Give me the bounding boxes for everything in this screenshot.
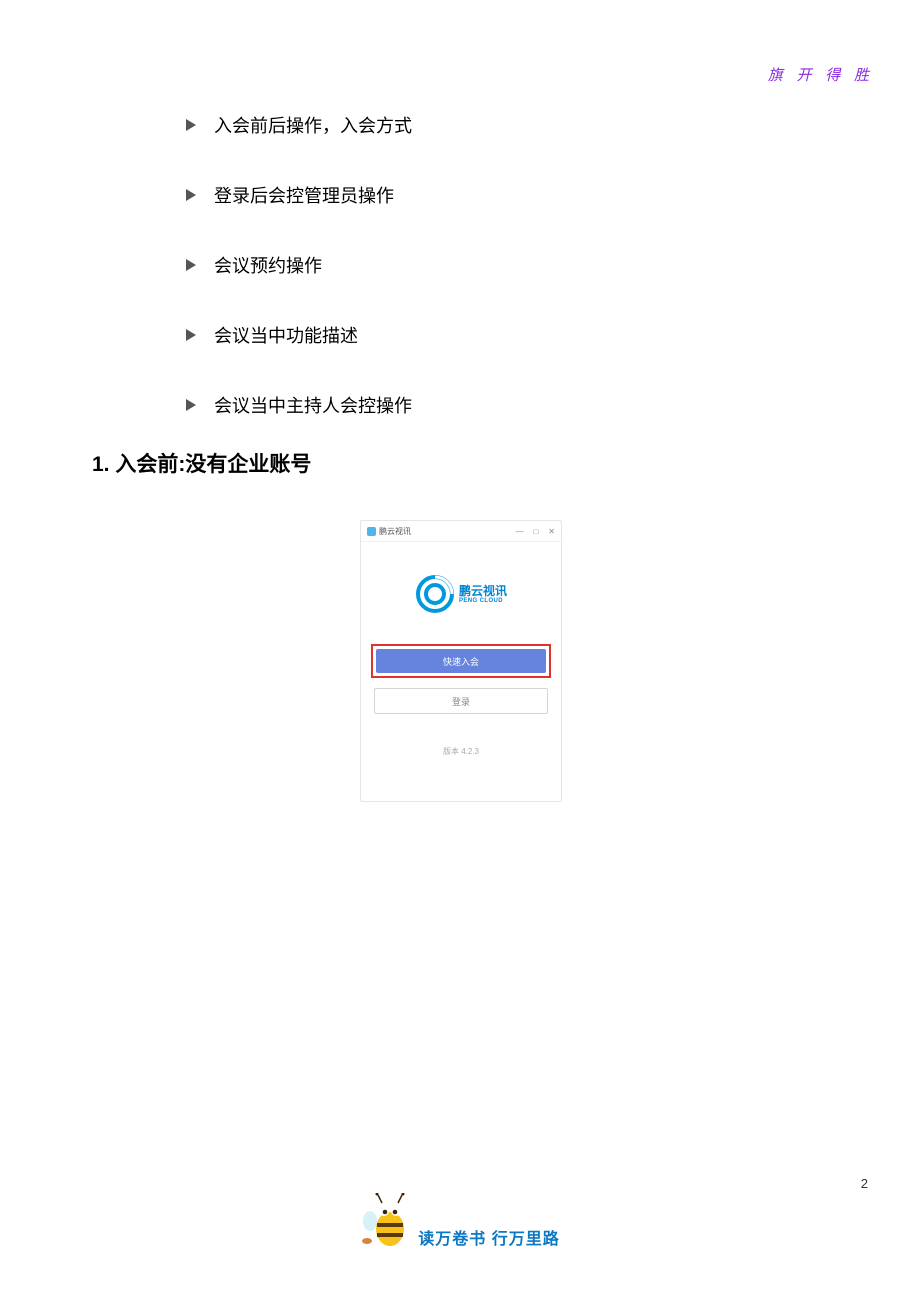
minimize-icon[interactable]: —: [515, 527, 523, 536]
window-controls: — □ ✕: [515, 527, 555, 536]
bullet-list: 入会前后操作，入会方式 登录后会控管理员操作 会议预约操作 会议当中功能描述 会…: [186, 112, 412, 462]
app-window: 鹏云视讯 — □ ✕ 鹏云视讯 PENG CLOUD 快速入会 登录 版本 4.…: [360, 520, 562, 802]
app-title: 鹏云视讯: [379, 526, 411, 537]
logo-area: 鹏云视讯 PENG CLOUD: [361, 542, 561, 646]
bullet-text: 会议预约操作: [214, 252, 322, 278]
bullet-text: 会议当中功能描述: [214, 322, 358, 348]
titlebar: 鹏云视讯 — □ ✕: [361, 521, 561, 542]
close-icon[interactable]: ✕: [548, 527, 555, 536]
list-item: 会议预约操作: [186, 252, 412, 278]
list-item: 会议当中主持人会控操作: [186, 392, 412, 418]
bullet-icon: [186, 399, 196, 411]
page-number: 2: [861, 1176, 868, 1191]
bullet-icon: [186, 329, 196, 341]
corner-motto: 旗 开 得 胜: [768, 64, 874, 85]
bullet-icon: [186, 259, 196, 271]
highlight-annotation: 快速入会: [371, 644, 551, 678]
quick-join-button[interactable]: 快速入会: [376, 649, 546, 673]
app-icon: [367, 527, 376, 536]
bee-icon: [360, 1193, 414, 1251]
bullet-text: 会议当中主持人会控操作: [214, 392, 412, 418]
list-item: 会议当中功能描述: [186, 322, 412, 348]
version-text: 版本 4.2.3: [361, 746, 561, 757]
login-button[interactable]: 登录: [374, 688, 548, 714]
list-item: 登录后会控管理员操作: [186, 182, 412, 208]
logo-text-en: PENG CLOUD: [459, 598, 507, 604]
list-item: 入会前后操作，入会方式: [186, 112, 412, 138]
bullet-text: 入会前后操作，入会方式: [214, 112, 412, 138]
section-heading: 1. 入会前:没有企业账号: [92, 448, 311, 478]
bullet-icon: [186, 189, 196, 201]
logo-text-cn: 鹏云视讯: [459, 585, 507, 597]
footer-text: 读万卷书 行万里路: [418, 1225, 559, 1249]
titlebar-left: 鹏云视讯: [367, 526, 411, 537]
footer: 读万卷书 行万里路: [0, 1193, 920, 1249]
bullet-icon: [186, 119, 196, 131]
bullet-text: 登录后会控管理员操作: [214, 182, 394, 208]
maximize-icon[interactable]: □: [533, 527, 538, 536]
logo-icon: [415, 574, 455, 614]
